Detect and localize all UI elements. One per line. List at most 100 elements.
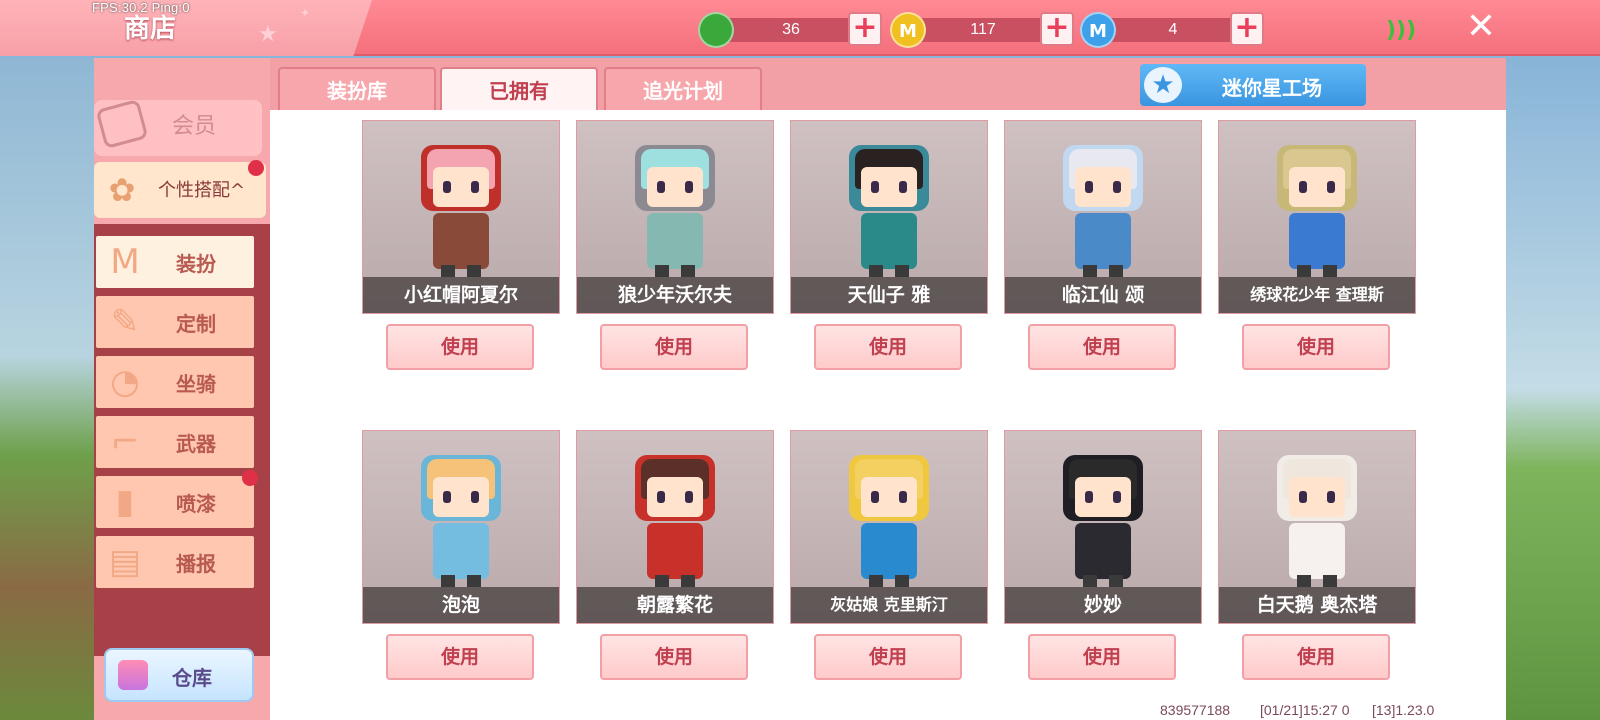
skin-name: 妙妙 [1005,587,1201,623]
close-button[interactable]: ✕ [1464,9,1498,45]
sidebar-item-label: 喷漆 [176,492,216,516]
skin-card[interactable]: 朝露繁花 [576,430,774,624]
background-scenery-right [1506,58,1600,720]
sidebar-item-3[interactable]: ⌐ 武器 [96,416,254,468]
skin-name: 临江仙 颂 [1005,277,1201,313]
skin-avatar [1257,127,1377,277]
skin-name: 绣球花少年 查理斯 [1219,277,1415,313]
use-button[interactable]: 使用 [1028,634,1176,680]
add-currency-button[interactable]: + [848,12,882,46]
skin-name: 朝露繁花 [577,587,773,623]
use-button[interactable]: 使用 [600,324,748,370]
use-button[interactable]: 使用 [386,324,534,370]
fps-readout: FPS:30.2 Ping:0 [92,0,190,15]
add-currency-button[interactable]: + [1040,12,1074,46]
tab-label: 已拥有 [489,79,549,103]
skin-avatar [829,437,949,587]
currency-amount: 36 [716,18,866,42]
skin-card[interactable]: 妙妙 [1004,430,1202,624]
skin-name: 灰姑娘 克里斯汀 [791,587,987,623]
sidebar-item-2[interactable]: ◔ 坐骑 [96,356,254,408]
use-button[interactable]: 使用 [1028,324,1176,370]
skin-card[interactable]: 白天鹅 奥杰塔 [1218,430,1416,624]
skin-grid: 小红帽阿夏尔使用 狼少年沃尔夫使用 天仙子 雅使用 临江仙 颂使用 绣球花少年 查理斯使… [270,110,1506,720]
skin-avatar [615,127,735,277]
sidebar-submenu: M 装扮 ✎ 定制 ◔ 坐骑 ⌐ 武器 ▮ 喷漆 ▤ 播报 [94,224,270,656]
chevron-up-icon: ^ [230,180,246,201]
sidebar-group-label: 个性搭配 [158,180,230,201]
green-gem-icon [698,12,734,48]
warehouse-button[interactable]: 仓库 [104,648,254,702]
use-button[interactable]: 使用 [386,634,534,680]
sidebar-item-label: 定制 [176,312,216,336]
skin-name: 狼少年沃尔夫 [577,277,773,313]
app-version: [13]1.23.0 [1372,702,1435,718]
warehouse-icon [118,660,148,690]
sidebar: 会员 ✿ 个性搭配^ M 装扮 ✎ 定制 ◔ 坐骑 ⌐ 武器 ▮ 喷漆 ▤ 播报 仓库 [94,58,270,720]
sidebar-item-label: 会员 [172,114,217,139]
player-uid: 839577188 [1160,702,1231,718]
notification-dot [242,470,258,486]
skin-name: 白天鹅 奥杰塔 [1219,587,1415,623]
star-decoration-icon: ✦ [300,6,311,20]
skin-card[interactable]: 泡泡 [362,430,560,624]
skin-card[interactable]: 灰姑娘 克里斯汀 [790,430,988,624]
skin-card[interactable]: 小红帽阿夏尔 [362,120,560,314]
skin-name: 小红帽阿夏尔 [363,277,559,313]
sidebar-item-5[interactable]: ▤ 播报 [96,536,254,588]
skin-name: 天仙子 雅 [791,277,987,313]
mini-star-workshop-button[interactable]: ★ 迷你星工场 [1140,64,1366,106]
tab-wardrobe[interactable]: 装扮库 [278,67,436,113]
skin-avatar [615,437,735,587]
skin-card[interactable]: 绣球花少年 查理斯 [1218,120,1416,314]
sidebar-item-label: 播报 [176,552,216,576]
notification-dot [248,160,264,176]
vip-icon [95,98,149,150]
sidebar-item-4[interactable]: ▮ 喷漆 [96,470,258,528]
skin-card[interactable]: 狼少年沃尔夫 [576,120,774,314]
warehouse-label: 仓库 [172,666,212,690]
currency-amount: 117 [908,18,1058,42]
use-button[interactable]: 使用 [814,324,962,370]
server-time: [01/21]15:27 0 [1260,702,1350,718]
tab-label: 装扮库 [327,79,387,103]
top-bar: ★ ✦ 商店 36 +117 M +4 M + ))) ✕ [0,0,1600,56]
currency-amount: 4 [1098,18,1248,42]
sidebar-item-label: 坐骑 [176,372,216,396]
brush-icon: ✎ [110,302,140,342]
skin-name: 泡泡 [363,587,559,623]
skin-avatar [1257,437,1377,587]
skin-avatar [1043,127,1163,277]
tab-owned[interactable]: 已拥有 [440,67,598,113]
gun-icon: ⌐ [110,422,140,462]
tab-chase-light-plan[interactable]: 追光计划 [604,67,762,113]
blue-coin-icon: M [1080,12,1116,48]
use-button[interactable]: 使用 [1242,634,1390,680]
gold-coin-icon: M [890,12,926,48]
spray-icon: ▮ [115,482,135,522]
add-currency-button[interactable]: + [1230,12,1264,46]
sidebar-item-0[interactable]: M 装扮 [96,236,254,288]
use-button[interactable]: 使用 [600,634,748,680]
skin-avatar [829,127,949,277]
sidebar-group-personal-style[interactable]: ✿ 个性搭配^ [94,160,266,218]
skin-avatar [401,437,521,587]
mount-icon: ◔ [110,362,140,402]
shirt-icon: M [110,242,140,282]
background-scenery-left [0,58,94,720]
sidebar-item-vip[interactable]: 会员 [94,98,262,156]
mini-star-workshop-label: 迷你星工场 [1222,76,1322,100]
use-button[interactable]: 使用 [1242,324,1390,370]
use-button[interactable]: 使用 [814,634,962,680]
skin-card[interactable]: 临江仙 颂 [1004,120,1202,314]
sidebar-item-1[interactable]: ✎ 定制 [96,296,254,348]
skin-avatar [401,127,521,277]
sidebar-item-label: 装扮 [176,252,216,276]
skin-avatar [1043,437,1163,587]
skin-card[interactable]: 天仙子 雅 [790,120,988,314]
star-decoration-icon: ★ [258,22,278,47]
broadcast-icon: ▤ [108,542,142,582]
main-panel: 装扮库 已拥有 追光计划 ★ 迷你星工场 小红帽阿夏尔使用 狼少年沃尔夫使用 天仙子… [270,58,1506,720]
sidebar-item-label: 武器 [176,432,216,456]
flower-icon: ✿ [108,171,136,209]
